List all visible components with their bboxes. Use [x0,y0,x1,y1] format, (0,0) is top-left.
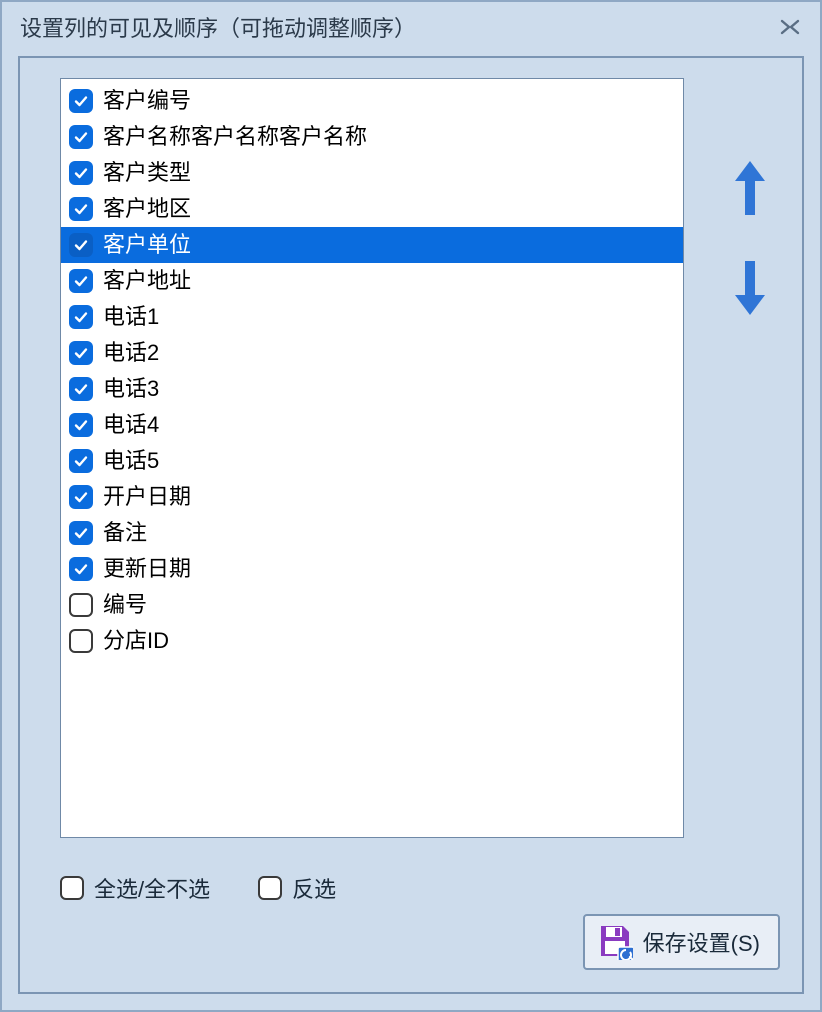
column-label: 客户类型 [103,162,191,184]
checkbox-checked-icon[interactable] [69,89,93,113]
checkbox-checked-icon[interactable] [69,413,93,437]
save-icon [597,924,633,960]
arrow-up-icon [735,161,765,215]
checkbox-icon [258,876,282,900]
column-list-row[interactable]: 电话2 [61,335,683,371]
column-list-row[interactable]: 客户单位 [61,227,683,263]
close-icon [780,19,800,35]
select-all-label: 全选/全不选 [94,872,210,904]
column-list-row[interactable]: 客户名称客户名称客户名称 [61,119,683,155]
column-label: 分店ID [103,630,169,652]
column-label: 客户地区 [103,198,191,220]
column-list-row[interactable]: 开户日期 [61,479,683,515]
column-list-row[interactable]: 更新日期 [61,551,683,587]
column-list-row[interactable]: 电话4 [61,407,683,443]
checkbox-checked-icon[interactable] [69,269,93,293]
invert-label: 反选 [292,872,336,904]
column-label: 更新日期 [103,558,191,580]
column-label: 电话4 [103,414,159,436]
checkbox-unchecked-icon[interactable] [69,629,93,653]
column-settings-dialog: 设置列的可见及顺序（可拖动调整顺序） 客户编号客户名称客户名称客户名称客户类型客… [0,0,822,1012]
checkbox-icon [60,876,84,900]
checkbox-checked-icon[interactable] [69,521,93,545]
column-list-row[interactable]: 客户类型 [61,155,683,191]
select-all-checkbox[interactable]: 全选/全不选 [60,872,210,904]
column-label: 客户单位 [103,234,191,256]
column-label: 客户名称客户名称客户名称 [103,126,367,148]
move-down-button[interactable] [728,258,772,318]
column-list-row[interactable]: 编号 [61,587,683,623]
options-row: 全选/全不选 反选 [60,864,780,904]
column-list-row[interactable]: 电话1 [61,299,683,335]
checkbox-checked-icon[interactable] [69,233,93,257]
checkbox-checked-icon[interactable] [69,305,93,329]
checkbox-checked-icon[interactable] [69,377,93,401]
column-list-row[interactable]: 客户地址 [61,263,683,299]
dialog-content-frame: 客户编号客户名称客户名称客户名称客户类型客户地区客户单位客户地址电话1 电话2 电话… [18,56,804,994]
column-list-row[interactable]: 备注 [61,515,683,551]
arrow-down-icon [735,261,765,315]
checkbox-checked-icon[interactable] [69,161,93,185]
checkbox-checked-icon[interactable] [69,125,93,149]
column-label: 电话5 [103,450,159,472]
column-label: 开户日期 [103,486,191,508]
column-list-row[interactable]: 客户地区 [61,191,683,227]
column-list-row[interactable]: 客户编号 [61,83,683,119]
column-label: 客户编号 [103,90,191,112]
checkbox-unchecked-icon[interactable] [69,593,93,617]
dialog-title: 设置列的可见及顺序（可拖动调整顺序） [20,11,416,43]
column-listbox[interactable]: 客户编号客户名称客户名称客户名称客户类型客户地区客户单位客户地址电话1 电话2 电话… [60,78,684,838]
column-label: 备注 [103,522,147,544]
checkbox-checked-icon[interactable] [69,485,93,509]
column-label: 电话3 [103,378,159,400]
column-list-row[interactable]: 电话5 [61,443,683,479]
column-label: 客户地址 [103,270,191,292]
checkbox-checked-icon[interactable] [69,197,93,221]
titlebar: 设置列的可见及顺序（可拖动调整顺序） [2,2,820,52]
bottom-controls: 全选/全不选 反选 [60,864,780,974]
column-list-row[interactable]: 分店ID [61,623,683,659]
checkbox-checked-icon[interactable] [69,449,93,473]
close-button[interactable] [776,13,804,41]
invert-selection-checkbox[interactable]: 反选 [258,872,336,904]
move-up-button[interactable] [728,158,772,218]
column-list-row[interactable]: 电话3 [61,371,683,407]
column-label: 电话1 [103,306,159,328]
save-button-label: 保存设置(S) [643,926,760,958]
checkbox-checked-icon[interactable] [69,557,93,581]
save-settings-button[interactable]: 保存设置(S) [583,914,780,970]
column-label: 编号 [103,594,147,616]
column-label: 电话2 [103,342,159,364]
checkbox-checked-icon[interactable] [69,341,93,365]
